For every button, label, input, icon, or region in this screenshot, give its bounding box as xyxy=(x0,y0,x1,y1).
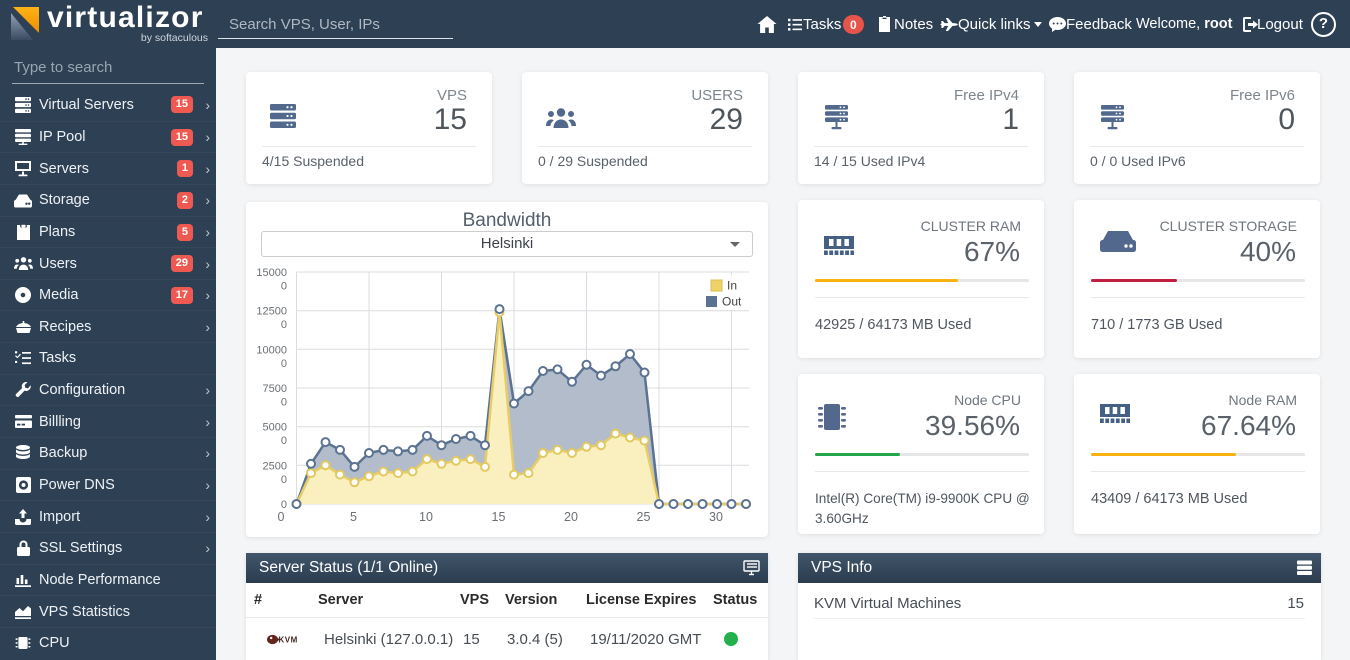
svg-text:2500: 2500 xyxy=(263,460,287,472)
svg-text:30: 30 xyxy=(709,510,723,524)
svg-text:0: 0 xyxy=(281,435,287,447)
svg-text:25: 25 xyxy=(637,510,651,524)
svg-text:12500: 12500 xyxy=(256,306,287,318)
svg-text:20: 20 xyxy=(564,510,578,524)
svg-text:10000: 10000 xyxy=(256,344,287,356)
svg-text:In: In xyxy=(727,279,737,293)
svg-text:15: 15 xyxy=(492,510,506,524)
svg-text:0: 0 xyxy=(281,474,287,486)
svg-text:10: 10 xyxy=(419,510,433,524)
svg-text:Out: Out xyxy=(722,295,742,309)
svg-text:0: 0 xyxy=(281,281,287,293)
svg-text:15000: 15000 xyxy=(256,267,287,279)
svg-text:0: 0 xyxy=(278,510,285,524)
svg-text:KVM: KVM xyxy=(279,636,298,645)
svg-text:5: 5 xyxy=(350,510,357,524)
svg-text:0: 0 xyxy=(281,319,287,331)
svg-text:5000: 5000 xyxy=(263,422,287,434)
svg-text:0: 0 xyxy=(281,397,287,409)
svg-text:7500: 7500 xyxy=(263,383,287,395)
svg-text:0: 0 xyxy=(281,358,287,370)
